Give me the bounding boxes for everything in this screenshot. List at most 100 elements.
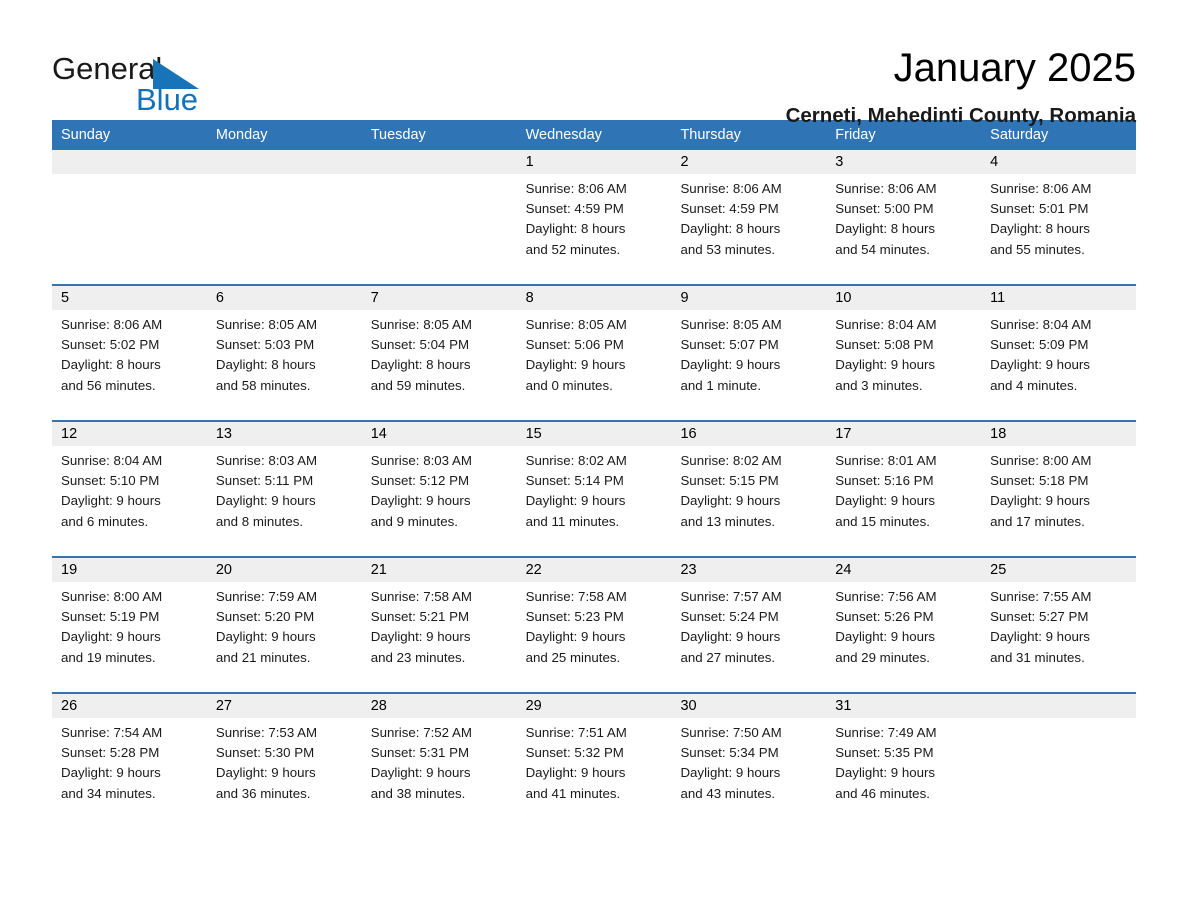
day-cell[interactable]: Sunrise: 8:02 AM Sunset: 5:14 PM Daylight:… [517, 446, 672, 556]
day-number[interactable]: 27 [207, 694, 362, 718]
day-number[interactable]: 15 [517, 422, 672, 446]
day-number[interactable]: 24 [826, 558, 981, 582]
sunrise-text: Sunrise: 8:05 AM [370, 317, 472, 332]
daylight-text: Daylight: 9 hours [525, 493, 626, 509]
day-number[interactable]: 21 [362, 558, 517, 582]
daylight-text-cont: and 6 minutes. [61, 513, 149, 529]
day-number[interactable]: 18 [981, 422, 1136, 446]
day-cell[interactable]: Sunrise: 8:05 AM Sunset: 5:04 PM Daylight:… [362, 310, 517, 420]
daylight-text-cont: and 36 minutes. [215, 785, 311, 801]
sunrise-text: Sunrise: 8:04 AM [835, 317, 937, 332]
day-number[interactable]: 1 [517, 150, 672, 174]
day-number[interactable]: 14 [362, 422, 517, 446]
sunset-text: Sunset: 5:24 PM [680, 609, 779, 625]
week-detail-row: Sunrise: 8:00 AM Sunset: 5:19 PM Daylight:… [52, 582, 1136, 692]
daylight-text-cont: and 41 minutes. [525, 785, 621, 801]
daylight-text-cont: and 38 minutes. [370, 785, 466, 801]
day-cell[interactable]: Sunrise: 8:04 AM Sunset: 5:10 PM Daylight:… [52, 446, 207, 556]
sunrise-text: Sunrise: 8:06 AM [680, 181, 782, 196]
day-cell[interactable]: Sunrise: 8:03 AM Sunset: 5:11 PM Daylight:… [207, 446, 362, 556]
day-number[interactable]: 11 [981, 286, 1136, 310]
day-cell[interactable]: Sunrise: 8:06 AM Sunset: 4:59 PM Daylight:… [671, 174, 826, 284]
daylight-text: Daylight: 8 hours [61, 357, 161, 373]
day-cell[interactable]: Sunrise: 8:00 AM Sunset: 5:19 PM Daylight:… [52, 582, 207, 692]
day-number[interactable]: 6 [207, 286, 362, 310]
daylight-text-cont: and 46 minutes. [835, 785, 930, 801]
day-cell[interactable]: Sunrise: 8:05 AM Sunset: 5:03 PM Daylight:… [207, 310, 362, 420]
day-cell[interactable]: Sunrise: 8:05 AM Sunset: 5:07 PM Daylight:… [671, 310, 826, 420]
day-number[interactable]: 23 [671, 558, 826, 582]
day-number[interactable]: 26 [52, 694, 207, 718]
daylight-text: Daylight: 9 hours [835, 629, 936, 645]
sunset-text: Sunset: 5:27 PM [990, 609, 1089, 625]
day-number[interactable]: 25 [981, 558, 1136, 582]
day-cell[interactable]: Sunrise: 8:00 AM Sunset: 5:18 PM Daylight:… [981, 446, 1136, 556]
sunrise-text: Sunrise: 8:02 AM [680, 453, 782, 468]
day-number[interactable]: 28 [362, 694, 517, 718]
sunrise-text: Sunrise: 7:52 AM [370, 725, 472, 740]
day-number[interactable]: 4 [981, 150, 1136, 174]
day-number[interactable]: 2 [671, 150, 826, 174]
sunset-text: Sunset: 5:20 PM [215, 609, 315, 625]
daylight-text: Daylight: 8 hours [370, 357, 471, 373]
week-day-number-row: 26 27 28 29 30 31 [52, 694, 1136, 718]
day-cell[interactable]: Sunrise: 8:04 AM Sunset: 5:09 PM Daylight:… [981, 310, 1136, 420]
daylight-text: Daylight: 8 hours [990, 221, 1090, 237]
day-number[interactable]: 31 [826, 694, 981, 718]
day-cell[interactable]: Sunrise: 7:49 AM Sunset: 5:35 PM Daylight:… [826, 718, 981, 828]
day-cell[interactable]: Sunrise: 7:51 AM Sunset: 5:32 PM Daylight:… [517, 718, 672, 828]
day-number[interactable]: 8 [517, 286, 672, 310]
week-day-number-row: 1234 [52, 150, 1136, 174]
daylight-text: Daylight: 9 hours [61, 765, 161, 781]
daylight-text: Daylight: 9 hours [370, 629, 471, 645]
sunset-text: Sunset: 5:07 PM [680, 337, 779, 353]
sunset-text: Sunset: 5:01 PM [990, 201, 1089, 217]
day-cell[interactable]: Sunrise: 8:04 AM Sunset: 5:08 PM Daylight:… [826, 310, 981, 420]
day-number[interactable]: 12 [52, 422, 207, 446]
dow-header-sunday: Sunday [61, 127, 111, 143]
daylight-text-cont: and 31 minutes. [990, 649, 1085, 665]
day-number[interactable]: 29 [517, 694, 672, 718]
day-number[interactable]: 22 [517, 558, 672, 582]
sunset-text: Sunset: 5:34 PM [680, 745, 779, 761]
day-cell[interactable]: Sunrise: 7:57 AM Sunset: 5:24 PM Daylight:… [671, 582, 826, 692]
week-day-number-row: 19 20 21 22 23 24 25 [52, 558, 1136, 582]
daylight-text-cont: and 59 minutes. [370, 377, 466, 393]
day-number[interactable]: 20 [207, 558, 362, 582]
day-number[interactable]: 16 [671, 422, 826, 446]
day-cell[interactable]: Sunrise: 7:58 AM Sunset: 5:23 PM Daylight:… [517, 582, 672, 692]
day-cell[interactable]: Sunrise: 8:06 AM Sunset: 5:02 PM Daylight:… [52, 310, 207, 420]
day-cell[interactable]: Sunrise: 8:02 AM Sunset: 5:15 PM Daylight:… [671, 446, 826, 556]
day-cell[interactable]: Sunrise: 7:50 AM Sunset: 5:34 PM Daylight:… [671, 718, 826, 828]
day-cell[interactable]: Sunrise: 7:58 AM Sunset: 5:21 PM Daylight:… [362, 582, 517, 692]
sunset-text: Sunset: 5:30 PM [215, 745, 315, 761]
day-number[interactable]: 5 [52, 286, 207, 310]
day-number[interactable]: 13 [207, 422, 362, 446]
daylight-text-cont: and 1 minute. [680, 377, 762, 393]
day-cell[interactable]: Sunrise: 7:55 AM Sunset: 5:27 PM Daylight:… [981, 582, 1136, 692]
day-cell[interactable]: Sunrise: 8:06 AM Sunset: 5:01 PM Daylight:… [981, 174, 1136, 284]
day-number[interactable]: 19 [52, 558, 207, 582]
day-number[interactable]: 3 [826, 150, 981, 174]
sunrise-text: Sunrise: 8:06 AM [990, 181, 1092, 196]
day-number[interactable]: 30 [671, 694, 826, 718]
day-cell[interactable]: Sunrise: 8:05 AM Sunset: 5:06 PM Daylight:… [517, 310, 672, 420]
day-number[interactable]: 10 [826, 286, 981, 310]
day-number[interactable]: 17 [826, 422, 981, 446]
general-blue-logo: General Blue [52, 44, 252, 126]
daylight-text-cont: and 55 minutes. [990, 241, 1085, 257]
day-cell[interactable]: Sunrise: 7:56 AM Sunset: 5:26 PM Daylight:… [826, 582, 981, 692]
sunset-text: Sunset: 5:14 PM [525, 473, 624, 489]
dow-header-saturday: Saturday [990, 127, 1049, 143]
day-number[interactable]: 7 [362, 286, 517, 310]
daylight-text: Daylight: 9 hours [525, 357, 626, 373]
day-cell[interactable]: Sunrise: 8:03 AM Sunset: 5:12 PM Daylight:… [362, 446, 517, 556]
day-number[interactable]: 9 [671, 286, 826, 310]
day-cell[interactable]: Sunrise: 7:59 AM Sunset: 5:20 PM Daylight:… [207, 582, 362, 692]
day-cell[interactable]: Sunrise: 7:52 AM Sunset: 5:31 PM Daylight:… [362, 718, 517, 828]
day-cell[interactable]: Sunrise: 7:54 AM Sunset: 5:28 PM Daylight:… [52, 718, 207, 828]
day-cell[interactable]: Sunrise: 8:01 AM Sunset: 5:16 PM Daylight:… [826, 446, 981, 556]
day-cell[interactable]: Sunrise: 8:06 AM Sunset: 5:00 PM Daylight:… [826, 174, 981, 284]
day-cell[interactable]: Sunrise: 8:06 AM Sunset: 4:59 PM Daylight:… [517, 174, 672, 284]
day-cell[interactable]: Sunrise: 7:53 AM Sunset: 5:30 PM Daylight:… [207, 718, 362, 828]
